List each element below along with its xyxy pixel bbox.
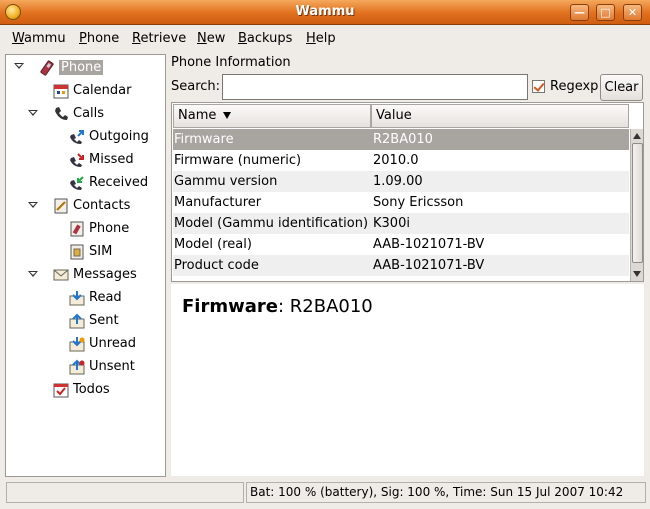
contacts-book-icon (54, 198, 68, 213)
regexp-checkbox[interactable] (532, 80, 545, 93)
unread-message-icon (69, 336, 85, 351)
panel-title: Phone Information (171, 55, 291, 70)
regexp-label[interactable]: Regexp (550, 79, 598, 94)
info-list[interactable]: Name Value Firmware R2BA010 Firmware (num… (171, 102, 644, 282)
scrollbar-thumb[interactable] (632, 143, 643, 263)
table-row[interactable]: Manufacturer Sony Ericsson (173, 192, 629, 213)
envelope-icon (53, 269, 69, 280)
table-row[interactable]: Gammu version 1.09.00 (173, 171, 629, 192)
column-header-value[interactable]: Value (371, 104, 629, 128)
detail-view: Firmware: R2BA010 (171, 284, 644, 476)
tree-item-unread[interactable]: Unread (69, 334, 136, 354)
maximize-button[interactable]: □ (596, 4, 615, 21)
maximize-icon: □ (600, 6, 611, 19)
column-header-name[interactable]: Name (173, 104, 371, 128)
table-row[interactable]: Firmware (numeric) 2010.0 (173, 150, 629, 171)
search-input[interactable] (222, 74, 528, 100)
minimize-button[interactable]: — (570, 4, 589, 21)
search-label: Search: (171, 79, 221, 94)
calendar-icon (53, 84, 69, 98)
read-message-icon (69, 290, 85, 305)
list-scrollbar[interactable] (630, 129, 643, 281)
tree-item-read[interactable]: Read (69, 288, 122, 308)
menu-phone[interactable]: Phone (79, 31, 119, 46)
expander-messages-icon[interactable] (28, 271, 38, 277)
table-row[interactable]: Model (real) AAB-1021071-BV (173, 234, 629, 255)
status-left (6, 482, 244, 503)
title-bar: Wammu — □ ✕ (0, 0, 650, 25)
tree-item-contacts[interactable]: Contacts (53, 196, 130, 216)
unsent-message-icon (69, 359, 85, 374)
tree-item-messages[interactable]: Messages (53, 265, 137, 285)
expander-calls-icon[interactable] (28, 110, 38, 116)
phone-handset-icon (55, 106, 68, 120)
missed-call-icon (70, 152, 84, 167)
menu-help[interactable]: Help (306, 31, 336, 46)
tree-item-outgoing[interactable]: Outgoing (69, 127, 149, 147)
tree-item-contacts-phone[interactable]: Phone (69, 219, 129, 239)
scroll-down-icon[interactable] (633, 271, 641, 277)
menu-wammu[interactable]: Wammu (12, 31, 66, 46)
minimize-icon: — (574, 6, 585, 19)
scroll-up-icon[interactable] (633, 133, 641, 139)
clear-button[interactable]: Clear (600, 74, 643, 101)
tree-item-sent[interactable]: Sent (69, 311, 119, 331)
menu-retrieve[interactable]: Retrieve (132, 31, 186, 46)
sim-contacts-icon (70, 244, 84, 259)
mobile-phone-icon (40, 59, 54, 76)
menu-backups[interactable]: Backups (238, 31, 292, 46)
table-row[interactable]: Model (Gammu identification) K300i (173, 213, 629, 234)
expander-phone-icon[interactable] (14, 63, 24, 69)
tree-item-phone[interactable]: Phone (39, 58, 104, 78)
sort-descending-icon (223, 112, 232, 119)
table-row[interactable]: Product code AAB-1021071-BV (173, 255, 629, 276)
tree-item-unsent[interactable]: Unsent (69, 357, 135, 377)
expander-contacts-icon[interactable] (28, 202, 38, 208)
table-row[interactable]: Firmware R2BA010 (173, 129, 629, 150)
navigation-tree[interactable]: Phone Calendar Calls Outgoing Missed Rec… (5, 54, 166, 477)
received-call-icon (70, 175, 84, 190)
menu-bar: Wammu Phone Retrieve New Backups Help (0, 26, 650, 51)
tree-item-calls[interactable]: Calls (53, 104, 104, 124)
outgoing-call-icon (70, 129, 84, 144)
todo-checklist-icon (53, 383, 69, 397)
phone-contacts-icon (70, 221, 84, 236)
tree-item-received[interactable]: Received (69, 173, 148, 193)
detail-text: Firmware: R2BA010 (182, 296, 373, 317)
close-button[interactable]: ✕ (623, 4, 642, 21)
tree-item-todos[interactable]: Todos (53, 380, 110, 400)
tree-item-missed[interactable]: Missed (69, 150, 134, 170)
window-title: Wammu (295, 4, 355, 19)
tree-item-sim[interactable]: SIM (69, 242, 112, 262)
tree-item-calendar[interactable]: Calendar (53, 81, 131, 101)
phone-information-panel: Phone Information Search: Regexp Clear N… (170, 54, 646, 477)
status-right: Bat: 100 % (battery), Sig: 100 %, Time: … (246, 482, 646, 503)
sent-message-icon (69, 313, 85, 328)
status-bar: Bat: 100 % (battery), Sig: 100 %, Time: … (0, 480, 650, 509)
close-icon: ✕ (627, 6, 638, 19)
menu-new[interactable]: New (197, 31, 225, 46)
